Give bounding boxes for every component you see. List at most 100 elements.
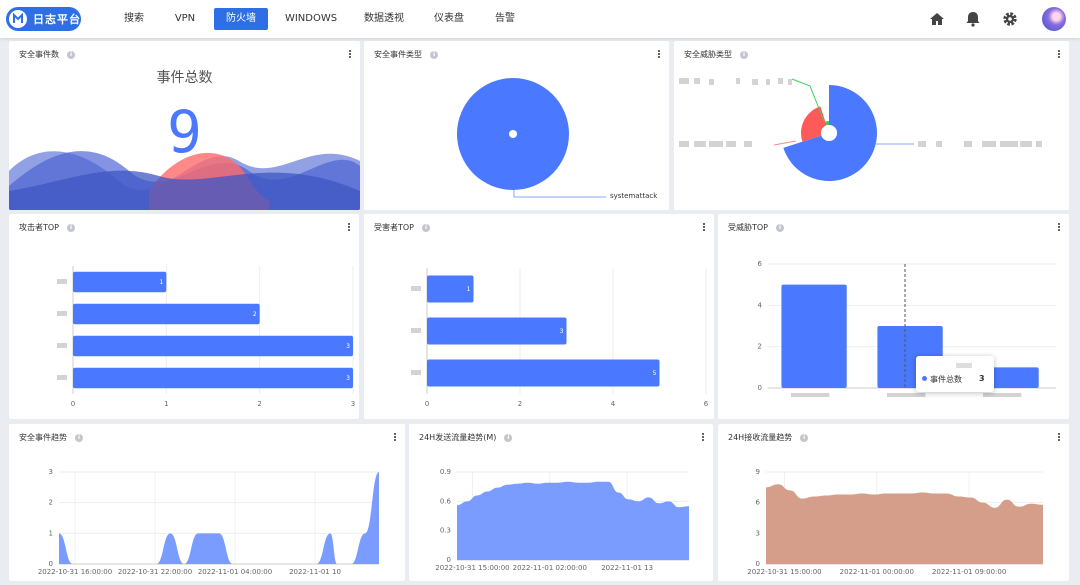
x-tick-label: 0 (425, 400, 429, 408)
more-menu-icon[interactable] (1057, 432, 1061, 442)
info-icon[interactable]: i (75, 433, 83, 442)
panel-title: 安全事件趋势 i (19, 432, 83, 443)
bar (73, 335, 353, 357)
info-icon[interactable]: i (800, 433, 809, 442)
blurred-label (1000, 141, 1018, 147)
more-menu-icon[interactable] (393, 432, 397, 442)
info-icon[interactable]: i (504, 433, 513, 442)
x-tick-label: 4 (611, 400, 616, 408)
gear-icon[interactable] (1001, 10, 1019, 28)
x-tick-label: 0 (71, 400, 75, 408)
top-nav-bar: 日志平台 搜索 VPN 防火墙 WINDOWS 数据透视 仪表盘 告警 (0, 0, 1080, 38)
tab-dashboard[interactable]: 仪表盘 (428, 8, 470, 30)
bar (73, 367, 353, 389)
y-tick-label: 0.3 (440, 527, 451, 535)
x-tick-label: 1 (164, 400, 168, 408)
info-icon[interactable]: i (67, 50, 75, 59)
user-avatar[interactable] (1042, 7, 1066, 31)
blurred-category-label (57, 279, 67, 284)
panel-title: 安全事件类型 i (374, 49, 438, 60)
pie-label-line (773, 140, 797, 146)
panel-event-type: 安全事件类型 i systemattack (364, 41, 669, 210)
tab-search[interactable]: 搜索 (118, 8, 150, 30)
more-menu-icon[interactable] (1057, 49, 1061, 59)
blurred-label (709, 79, 714, 85)
y-tick-label: 6 (756, 499, 761, 507)
app-logo[interactable]: 日志平台 (6, 7, 81, 31)
x-tick-label: 2022-10-31 16:00:00 (38, 568, 112, 576)
info-icon[interactable]: i (422, 223, 431, 232)
more-menu-icon[interactable] (1057, 222, 1061, 232)
app-name: 日志平台 (33, 13, 81, 26)
panel-event-trend: 0 1 2 3 2022-10-31 16:00:00 2022-10-31 22:00:… (9, 424, 405, 581)
y-tick-label: 4 (758, 301, 763, 309)
threat-type-pie-chart (679, 78, 1042, 181)
more-menu-icon[interactable] (701, 432, 705, 442)
panel-title: 24H接收流量趋势 i (728, 432, 809, 443)
blurred-label (744, 141, 752, 147)
panel-title: 安全威胁类型 i (684, 49, 748, 60)
more-menu-icon[interactable] (702, 222, 706, 232)
victim-bar-chart: 0 2 4 6 1 3 5 (411, 268, 709, 408)
headline-label: 事件总数 (156, 70, 213, 86)
info-icon[interactable]: i (740, 50, 748, 59)
bar-value-label: 5 (653, 370, 657, 377)
recv-trend-area-chart: 0 3 6 9 2022-10-31 15:00:00 2022-11-01 00:00:… (747, 468, 1043, 576)
blurred-label (694, 78, 700, 84)
event-type-pie-chart (457, 78, 606, 198)
y-tick-label: 1 (49, 529, 53, 537)
threatened-bar-chart: 0 2 4 6 (758, 260, 1056, 397)
chart-tooltip: 事件总数 3 (916, 356, 994, 392)
panel-recv-trend: 0 3 6 9 2022-10-31 15:00:00 2022-11-01 00:00:… (718, 424, 1069, 581)
y-tick-label: 0.6 (440, 497, 452, 505)
bell-icon[interactable] (964, 10, 982, 28)
tab-windows[interactable]: WINDOWS (280, 8, 342, 30)
tooltip-value: 3 (979, 374, 985, 383)
tooltip-series: 事件总数 (930, 375, 962, 384)
more-menu-icon[interactable] (348, 49, 352, 59)
tooltip-blurred-label (956, 363, 972, 368)
blurred-label (918, 141, 926, 147)
x-tick-label: 2 (518, 400, 522, 408)
blurred-category-label (57, 311, 67, 316)
pie-label-line (513, 190, 606, 198)
x-tick-label: 2022-11-01 10 (289, 568, 341, 576)
blurred-category-label (57, 343, 67, 348)
pie-hole (509, 130, 517, 138)
y-tick-label: 0.9 (440, 468, 451, 476)
panel-title: 受威胁TOP i (728, 222, 785, 233)
tab-vpn[interactable]: VPN (166, 8, 204, 30)
info-icon[interactable]: i (67, 223, 76, 232)
blurred-label (726, 141, 736, 147)
blurred-label (982, 141, 996, 147)
info-icon[interactable]: i (776, 223, 785, 232)
panel-title: 安全事件数 i (19, 49, 75, 60)
slice-label: systemattack (610, 192, 658, 200)
panel-attacker-top: 0 1 2 3 1 2 3 3 攻击者TOP i (9, 214, 359, 419)
blurred-label (709, 141, 723, 147)
blurred-label (679, 78, 689, 84)
tooltip-marker (922, 376, 927, 381)
y-tick-label: 3 (49, 468, 53, 476)
panel-title: 受害者TOP i (374, 222, 431, 233)
blurred-label (1020, 141, 1032, 147)
x-tick-label: 6 (704, 400, 709, 408)
home-icon[interactable] (928, 10, 946, 28)
blurred-category-label (411, 328, 421, 333)
tab-data-pivot[interactable]: 数据透视 (358, 8, 410, 30)
logo-icon (9, 10, 27, 28)
blurred-category-label (57, 375, 67, 380)
pie-hole (821, 125, 837, 141)
event-count-value: 9 (167, 98, 202, 166)
tab-alerts[interactable]: 告警 (488, 8, 522, 30)
panel-threatened-top: 0 2 4 6 受威胁TOP i 事件总数 3 (718, 214, 1069, 419)
panel-threat-type: 安全威胁类型 i (674, 41, 1069, 210)
bar-value-label: 3 (346, 343, 350, 350)
info-icon[interactable]: i (430, 50, 438, 59)
more-menu-icon[interactable] (347, 222, 351, 232)
blurred-label (752, 79, 758, 85)
more-menu-icon[interactable] (657, 49, 661, 59)
bar-value-label: 3 (346, 375, 350, 382)
bar (73, 303, 260, 325)
tab-firewall[interactable]: 防火墙 (214, 8, 268, 30)
